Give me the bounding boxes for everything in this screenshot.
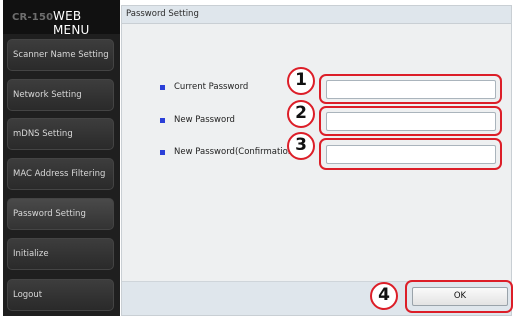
sidebar-item-label: Logout: [13, 290, 43, 300]
current-password-field[interactable]: [326, 80, 496, 99]
sidebar-item-password-setting[interactable]: Password Setting: [7, 198, 114, 230]
ok-button[interactable]: OK: [412, 287, 508, 306]
sidebar-item-scanner-name-setting[interactable]: Scanner Name Setting: [7, 39, 114, 71]
sidebar-item-initialize[interactable]: Initialize: [7, 238, 114, 270]
page-title: Password Setting: [126, 9, 199, 19]
brand-model: CR-150: [12, 12, 54, 23]
sidebar-item-mdns-setting[interactable]: mDNS Setting: [7, 118, 114, 150]
page-header: Password Setting: [122, 6, 511, 24]
brand-header: CR-150 WEB MENU: [3, 0, 120, 37]
new-password-label: New Password: [174, 115, 235, 125]
new-password-confirmation-label: New Password(Confirmation): [174, 147, 297, 157]
new-password-confirmation-field[interactable]: [326, 145, 496, 164]
sidebar-item-label: MAC Address Filtering: [13, 169, 106, 179]
sidebar-item-mac-address-filtering[interactable]: MAC Address Filtering: [7, 158, 114, 190]
bullet-icon: [160, 85, 165, 90]
bullet-icon: [160, 150, 165, 155]
callout-marker-2: 2: [287, 100, 315, 128]
sidebar-item-network-setting[interactable]: Network Setting: [7, 79, 114, 111]
new-password-field[interactable]: [326, 112, 496, 131]
sidebar-item-label: Password Setting: [13, 209, 86, 219]
sidebar-item-logout[interactable]: Logout: [7, 279, 114, 311]
callout-marker-3: 3: [287, 132, 315, 160]
sidebar-item-label: Initialize: [13, 249, 49, 259]
current-password-label: Current Password: [174, 82, 249, 92]
bullet-icon: [160, 118, 165, 123]
brand-title: WEB MENU: [53, 9, 90, 37]
sidebar-item-label: mDNS Setting: [13, 129, 73, 139]
callout-marker-4: 4: [370, 282, 398, 310]
sidebar: CR-150 WEB MENU Scanner Name Setting Net…: [3, 0, 120, 316]
sidebar-item-label: Scanner Name Setting: [13, 50, 109, 60]
sidebar-item-label: Network Setting: [13, 90, 82, 100]
callout-marker-1: 1: [287, 67, 315, 95]
